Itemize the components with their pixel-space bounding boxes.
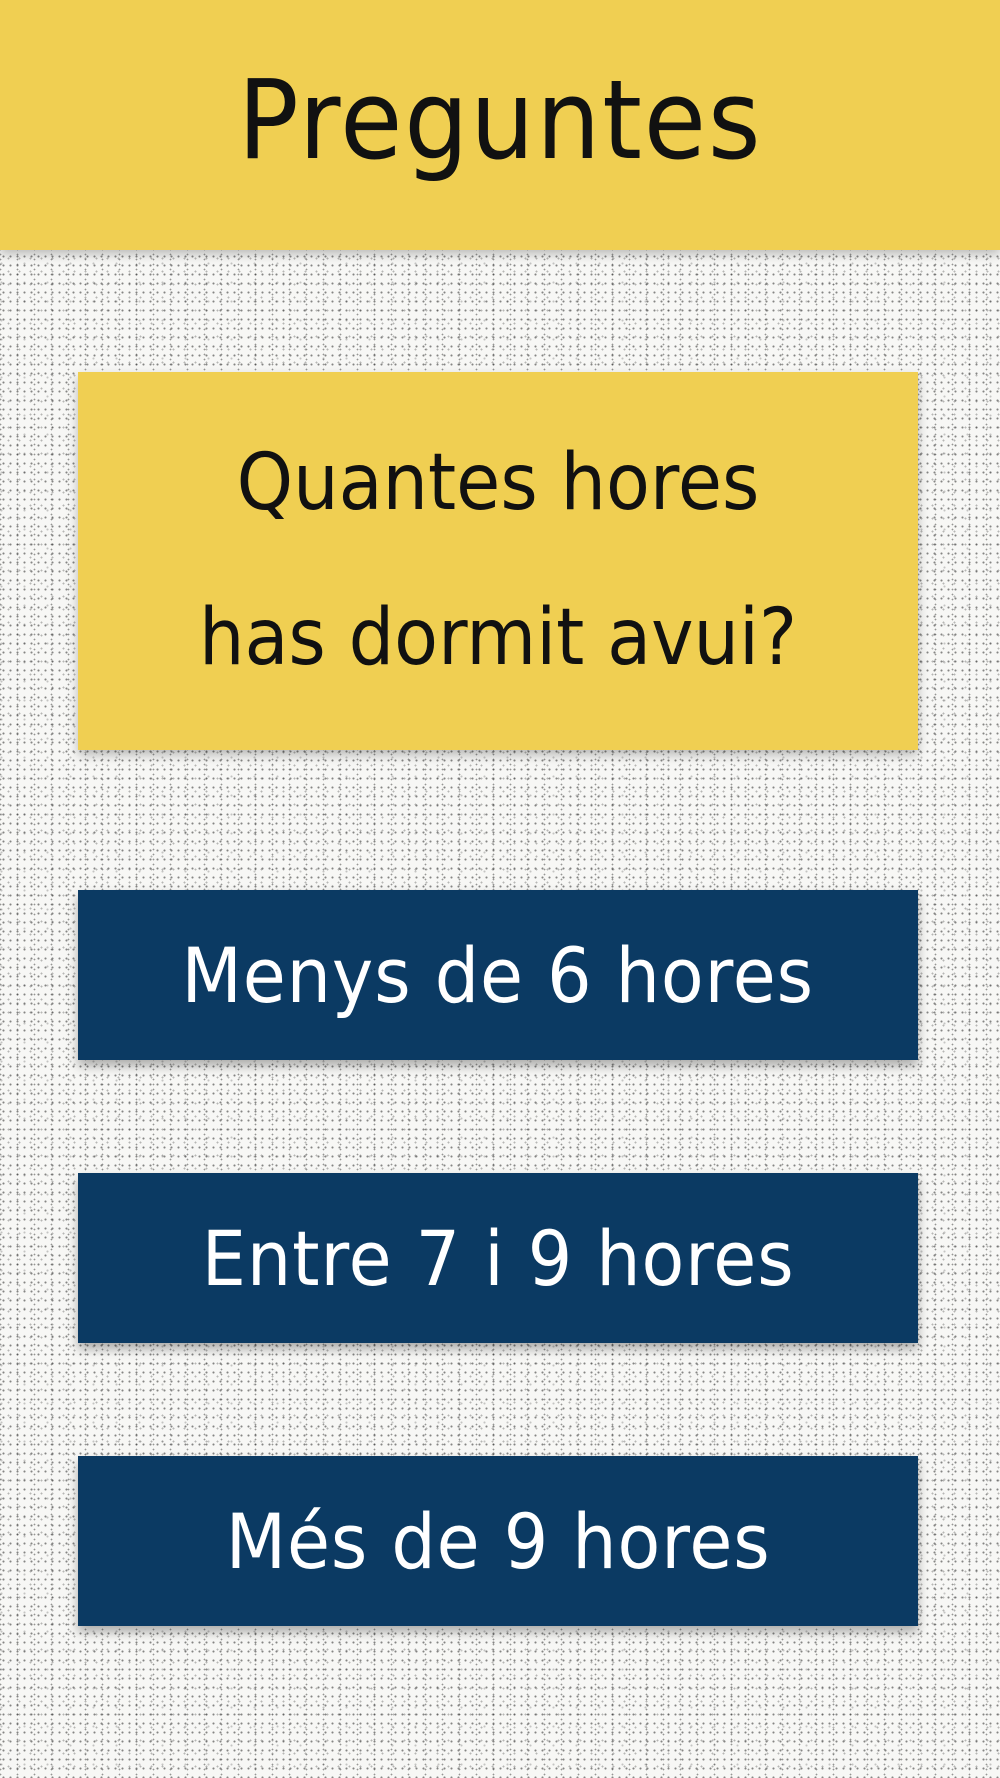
answer-label: Entre 7 i 9 hores	[201, 1213, 795, 1303]
page-header: Preguntes	[0, 0, 1000, 250]
question-text: Quantes hores has dormit avui?	[198, 438, 798, 683]
answer-button-less-than-6[interactable]: Menys de 6 hores	[78, 890, 918, 1060]
answer-button-7-to-9[interactable]: Entre 7 i 9 hores	[78, 1173, 918, 1343]
answer-label: Menys de 6 hores	[181, 930, 815, 1020]
answer-button-more-than-9[interactable]: Més de 9 hores	[78, 1456, 918, 1626]
question-card: Quantes hores has dormit avui?	[78, 372, 918, 750]
answer-label: Més de 9 hores	[225, 1496, 771, 1586]
page-title: Preguntes	[237, 56, 763, 184]
